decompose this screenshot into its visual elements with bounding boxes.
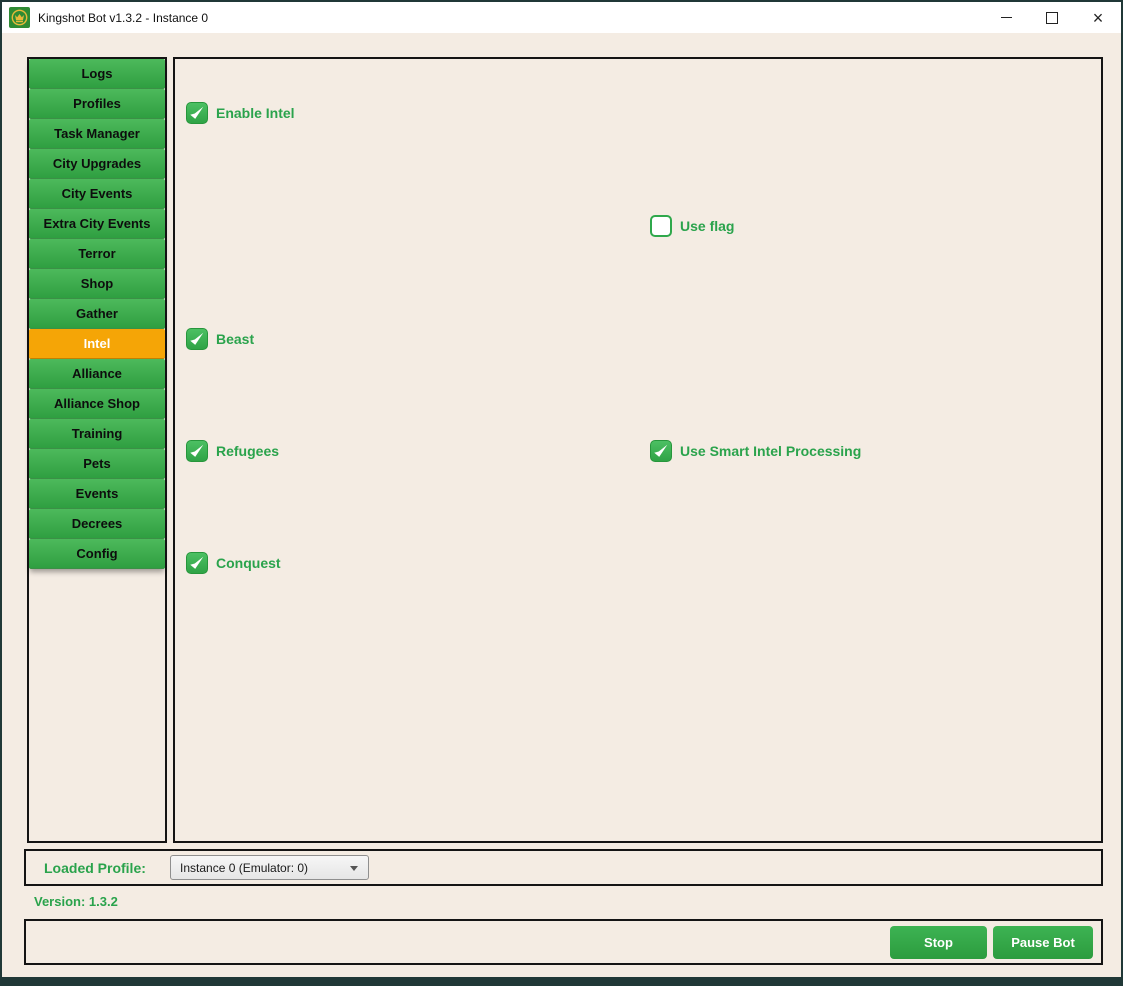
checkbox-row-refugees: Refugees [186, 440, 279, 462]
sidebar-item-intel[interactable]: Intel [29, 329, 165, 359]
profile-dropdown[interactable]: Instance 0 (Emulator: 0) [170, 855, 369, 880]
action-panel: Stop Pause Bot [24, 919, 1103, 965]
checkbox-row-enable-intel: Enable Intel [186, 102, 295, 124]
sidebar-item-training[interactable]: Training [29, 419, 165, 449]
dropdown-caret-icon [350, 866, 358, 871]
refugees-label: Refugees [216, 443, 280, 459]
check-icon [190, 444, 204, 457]
sidebar-item-terror[interactable]: Terror [29, 239, 165, 269]
sidebar-item-pets[interactable]: Pets [29, 449, 165, 479]
maximize-icon [1046, 11, 1058, 24]
use-flag-checkbox[interactable] [650, 215, 672, 237]
sidebar-item-profiles[interactable]: Profiles [29, 89, 165, 119]
pause-bot-button[interactable]: Pause Bot [993, 925, 1093, 959]
minimize-button[interactable] [983, 2, 1029, 33]
app-window: Kingshot Bot v1.3.2 - Instance 0 × Logs … [0, 0, 1123, 986]
sidebar-item-city-upgrades[interactable]: City Upgrades [29, 149, 165, 179]
sidebar-item-shop[interactable]: Shop [29, 269, 165, 299]
close-icon: × [1092, 7, 1104, 28]
sidebar-item-gather[interactable]: Gather [29, 299, 165, 329]
check-icon [654, 444, 668, 457]
sidebar-item-alliance-shop[interactable]: Alliance Shop [29, 389, 165, 419]
use-flag-label: Use flag [680, 218, 735, 234]
check-icon [190, 556, 204, 569]
app-crown-icon [9, 7, 30, 28]
close-button[interactable]: × [1075, 2, 1121, 33]
title-bar: Kingshot Bot v1.3.2 - Instance 0 × [2, 2, 1121, 33]
sidebar-item-extra-city-events[interactable]: Extra City Events [29, 209, 165, 239]
window-title: Kingshot Bot v1.3.2 - Instance 0 [38, 10, 209, 25]
refugees-checkbox[interactable] [186, 440, 208, 462]
sidebar-item-alliance[interactable]: Alliance [29, 359, 165, 389]
stop-button[interactable]: Stop [890, 925, 987, 959]
conquest-label: Conquest [216, 555, 281, 571]
sidebar: Logs Profiles Task Manager City Upgrades… [27, 57, 167, 843]
loaded-profile-label: Loaded Profile: [44, 859, 146, 876]
checkbox-row-conquest: Conquest [186, 552, 281, 574]
sidebar-item-config[interactable]: Config [29, 539, 165, 569]
smart-intel-label: Use Smart Intel Processing [680, 443, 862, 459]
conquest-checkbox[interactable] [186, 552, 208, 574]
sidebar-nav: Logs Profiles Task Manager City Upgrades… [29, 59, 165, 569]
smart-intel-checkbox[interactable] [650, 440, 672, 462]
sidebar-item-events[interactable]: Events [29, 479, 165, 509]
check-icon [190, 332, 204, 345]
enable-intel-label: Enable Intel [216, 105, 295, 121]
sidebar-item-task-manager[interactable]: Task Manager [29, 119, 165, 149]
sidebar-item-city-events[interactable]: City Events [29, 179, 165, 209]
checkbox-row-use-flag: Use flag [650, 215, 734, 237]
minimize-icon [1000, 17, 1012, 18]
enable-intel-checkbox[interactable] [186, 102, 208, 124]
check-icon [190, 106, 204, 119]
sidebar-item-logs[interactable]: Logs [29, 59, 165, 89]
loaded-profile-panel: Loaded Profile: Instance 0 (Emulator: 0) [24, 849, 1103, 886]
checkbox-row-beast: Beast [186, 328, 254, 350]
version-label: Version: 1.3.2 [34, 894, 118, 909]
beast-label: Beast [216, 331, 255, 347]
profile-dropdown-value: Instance 0 (Emulator: 0) [180, 860, 309, 875]
beast-checkbox[interactable] [186, 328, 208, 350]
checkbox-row-smart-intel: Use Smart Intel Processing [650, 440, 861, 462]
intel-settings-panel: Enable Intel Use flag Beast Refugees Use [173, 57, 1103, 843]
window-controls: × [983, 2, 1121, 33]
maximize-button[interactable] [1029, 2, 1075, 33]
sidebar-item-decrees[interactable]: Decrees [29, 509, 165, 539]
